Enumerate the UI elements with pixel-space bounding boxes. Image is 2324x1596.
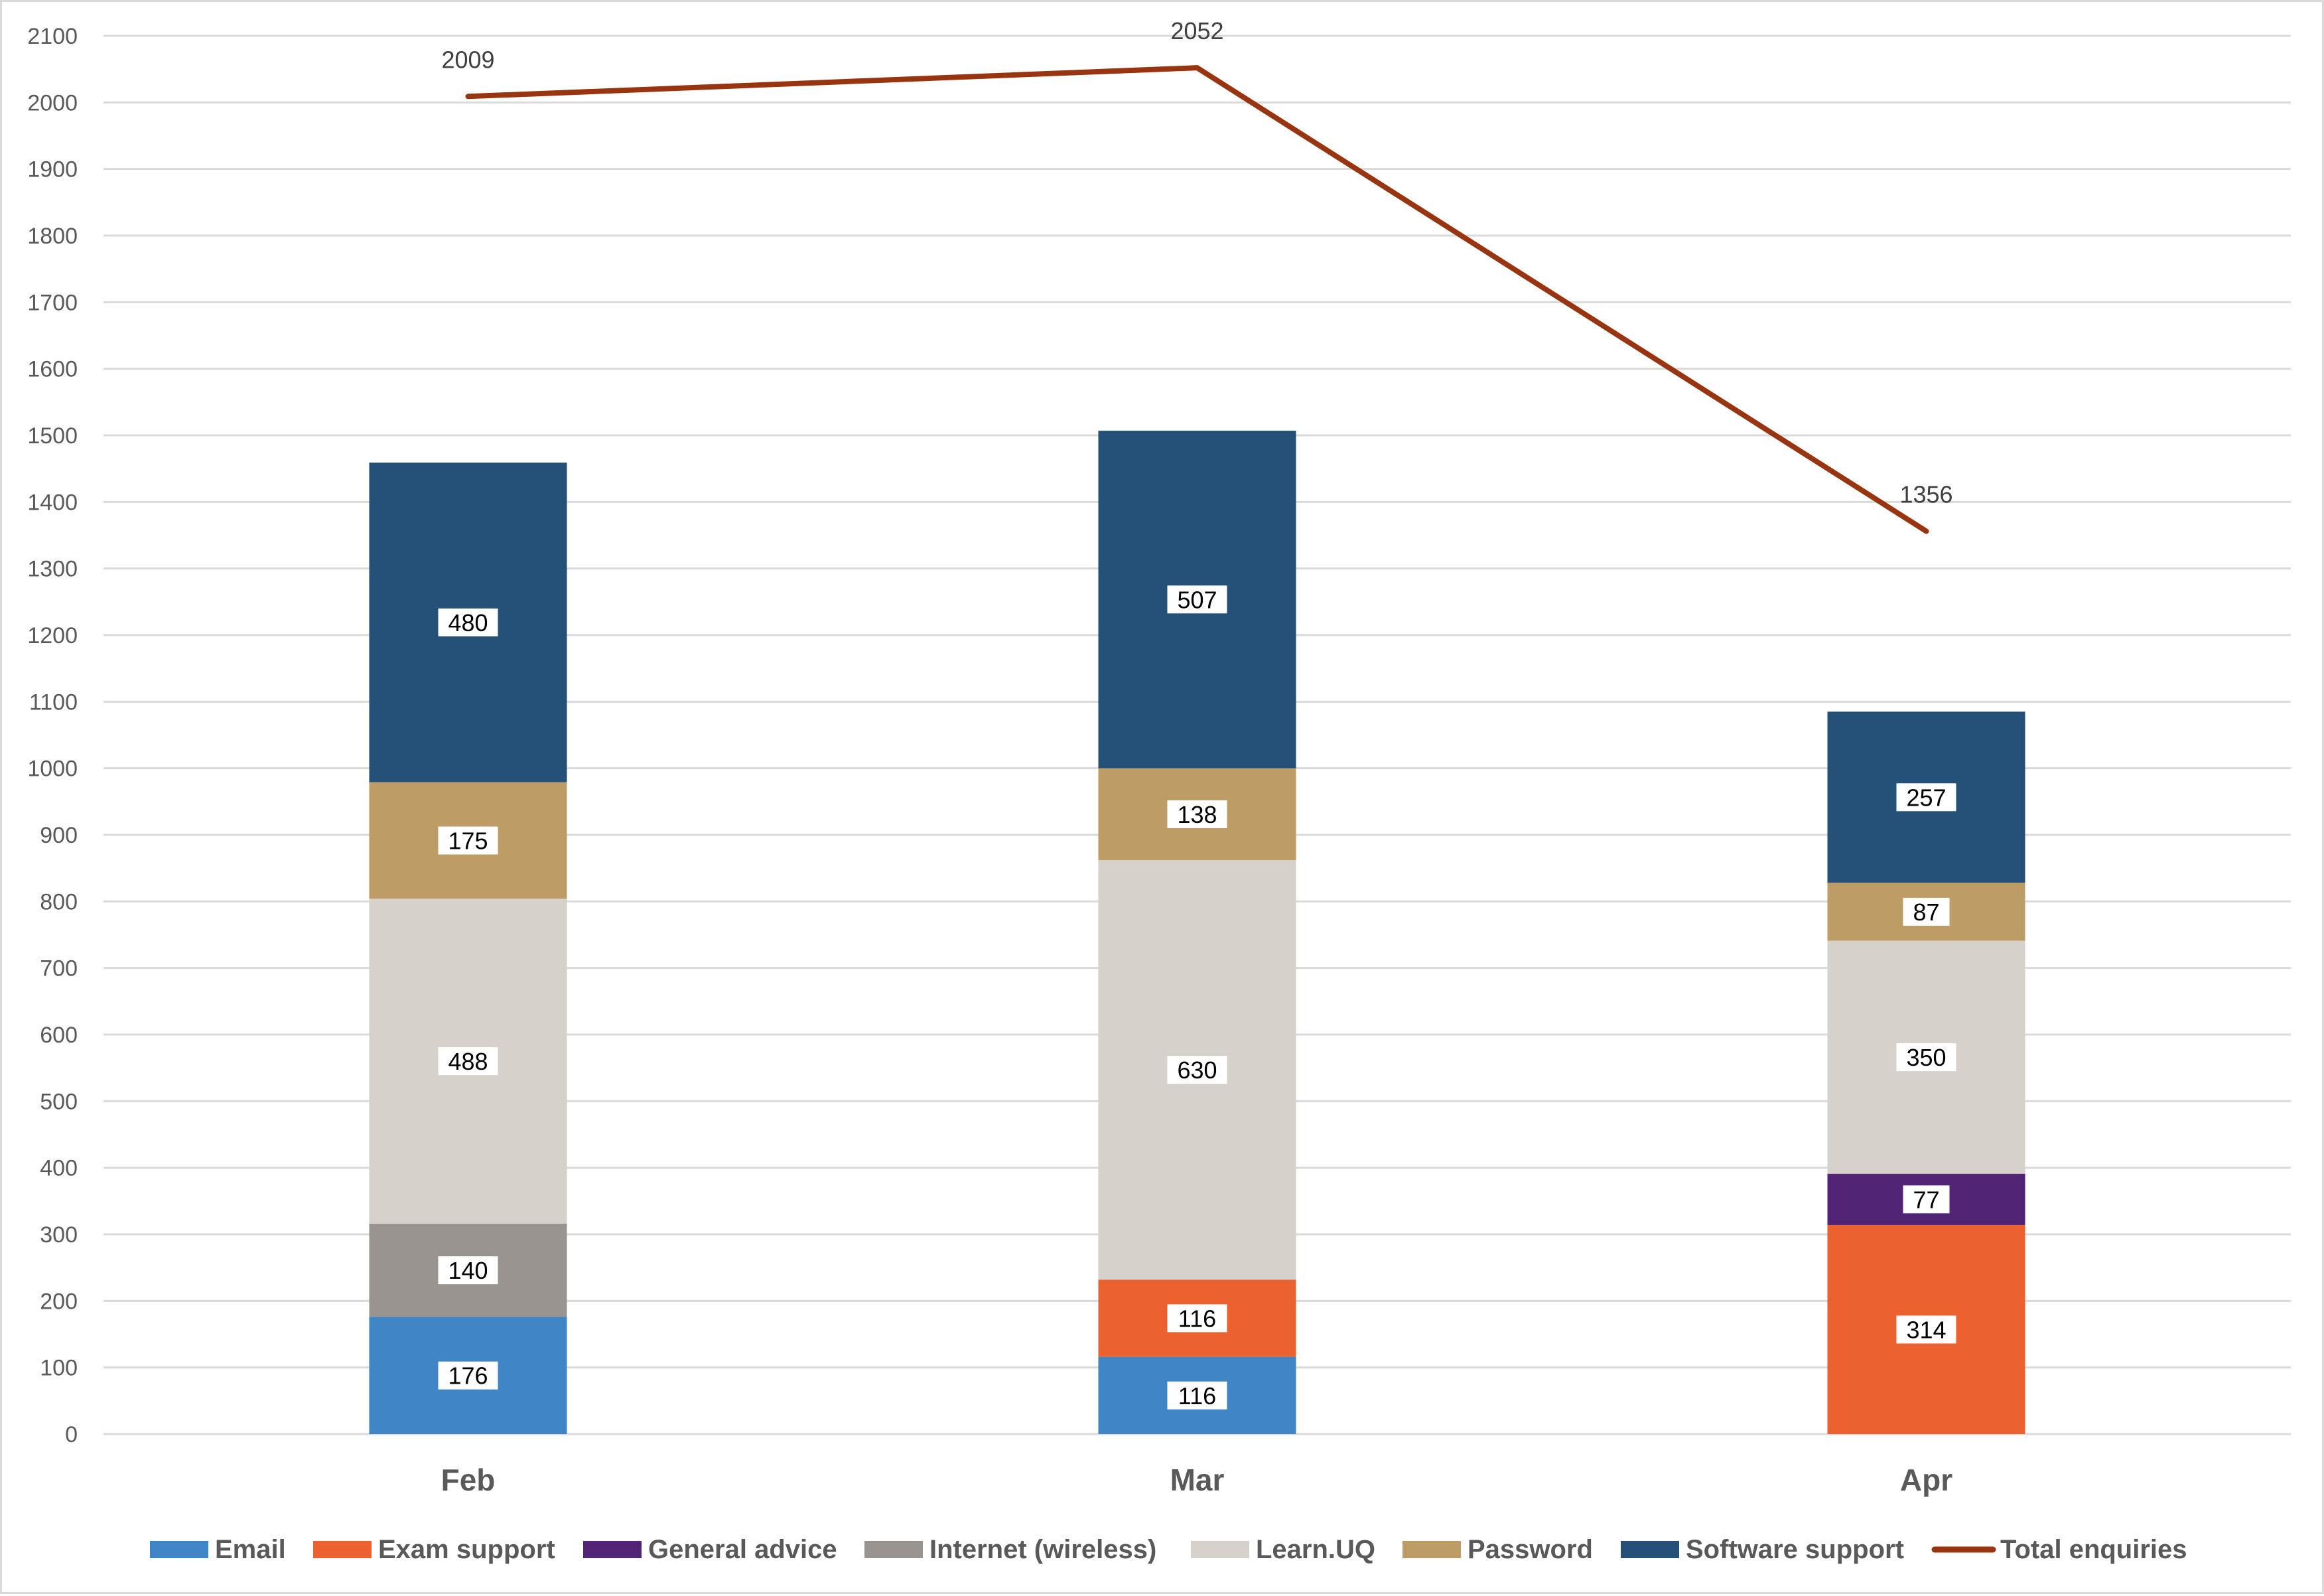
x-tick-label-mar: Mar <box>1170 1463 1225 1497</box>
y-tick-label: 2000 <box>27 90 78 115</box>
y-tick-label: 1900 <box>27 157 78 182</box>
legend-swatch <box>313 1541 372 1558</box>
y-tick-label: 1100 <box>29 689 78 715</box>
data-label-email-feb: 176 <box>448 1362 488 1390</box>
chart-frame: 0 100 200 300 400 500 600 700 800 900 1000 1100 1200… <box>0 0 2324 1594</box>
y-tick-label: 1700 <box>27 290 78 315</box>
y-tick-label: 2100 <box>27 24 78 49</box>
bars <box>369 430 2025 1434</box>
data-label-software-support-apr: 257 <box>1906 784 1946 811</box>
x-tick-label-apr: Apr <box>1900 1463 1952 1497</box>
legend-swatch <box>1402 1541 1461 1558</box>
data-label-software-support-feb: 480 <box>448 609 488 636</box>
y-tick-label: 1800 <box>27 224 78 249</box>
y-tick-label: 1300 <box>27 557 78 582</box>
y-tick-label: 600 <box>40 1023 78 1048</box>
data-label-password-feb: 175 <box>448 828 488 855</box>
y-tick-label: 300 <box>40 1222 78 1248</box>
line-data-label-mar: 2052 <box>1170 17 1223 44</box>
data-label-learn-uq-mar: 630 <box>1177 1056 1217 1084</box>
data-label-exam-support-apr: 314 <box>1906 1316 1946 1343</box>
legend-label: Internet (wireless) <box>929 1535 1156 1564</box>
data-label-email-mar: 116 <box>1178 1382 1216 1410</box>
legend-label: Learn.UQ <box>1256 1535 1375 1564</box>
y-tick-label: 1000 <box>27 757 78 782</box>
x-axis-tick-labels: Feb Mar Apr <box>441 1463 1953 1497</box>
y-tick-label: 0 <box>65 1422 78 1447</box>
legend-label: Total enquiries <box>2000 1535 2187 1564</box>
legend-label: General advice <box>648 1535 837 1564</box>
line-data-label-feb: 2009 <box>441 46 494 73</box>
y-tick-label: 400 <box>40 1156 78 1181</box>
data-label-exam-support-mar: 116 <box>1178 1305 1216 1332</box>
legend-item-internet-wireless: Internet (wireless) <box>864 1535 1156 1564</box>
legend-swatch <box>1621 1541 1679 1558</box>
x-tick-label-feb: Feb <box>441 1463 496 1497</box>
data-label-software-support-mar: 507 <box>1177 586 1217 613</box>
legend-label: Exam support <box>378 1535 555 1564</box>
y-tick-label: 900 <box>40 823 78 848</box>
y-axis-tick-labels: 0 100 200 300 400 500 600 700 800 900 1000 1100 1200… <box>27 24 78 1447</box>
legend-label: Email <box>215 1535 286 1564</box>
legend-item-software-support: Software support <box>1621 1535 1904 1564</box>
y-tick-label: 1500 <box>27 423 78 449</box>
legend-swatch <box>150 1541 208 1558</box>
line-data-label-apr: 1356 <box>1899 480 1952 508</box>
legend: Email Exam support General advice Internet … <box>150 1535 2187 1564</box>
y-tick-label: 800 <box>40 889 78 914</box>
y-tick-label: 1200 <box>27 623 78 648</box>
legend-swatch <box>864 1541 923 1558</box>
y-tick-label: 500 <box>40 1089 78 1114</box>
data-label-learn-uq-feb: 488 <box>448 1048 488 1075</box>
stacked-bar-line-chart: 0 100 200 300 400 500 600 700 800 900 1000 1100 1200… <box>27 17 2291 1564</box>
data-label-password-apr: 87 <box>1913 899 1939 926</box>
legend-item-total-enquiries: Total enquiries <box>1931 1535 2187 1564</box>
y-tick-label: 700 <box>40 956 78 981</box>
y-tick-label: 1400 <box>27 490 78 515</box>
legend-label: Password <box>1468 1535 1593 1564</box>
legend-item-learn-uq: Learn.UQ <box>1191 1535 1375 1564</box>
data-label-learn-uq-apr: 350 <box>1906 1044 1946 1071</box>
legend-item-email: Email <box>150 1535 286 1564</box>
legend-item-exam-support: Exam support <box>313 1535 555 1564</box>
legend-item-password: Password <box>1402 1535 1593 1564</box>
legend-label: Software support <box>1686 1535 1904 1564</box>
data-label-general-advice-apr: 77 <box>1913 1186 1939 1213</box>
data-label-password-mar: 138 <box>1177 801 1217 828</box>
legend-item-general-advice: General advice <box>583 1535 837 1564</box>
legend-swatch <box>1191 1541 1249 1558</box>
y-tick-label: 100 <box>40 1356 78 1381</box>
legend-swatch <box>583 1541 642 1558</box>
y-tick-label: 1600 <box>27 357 78 382</box>
data-label-internet-wireless-feb: 140 <box>448 1257 488 1284</box>
y-tick-label: 200 <box>40 1289 78 1314</box>
